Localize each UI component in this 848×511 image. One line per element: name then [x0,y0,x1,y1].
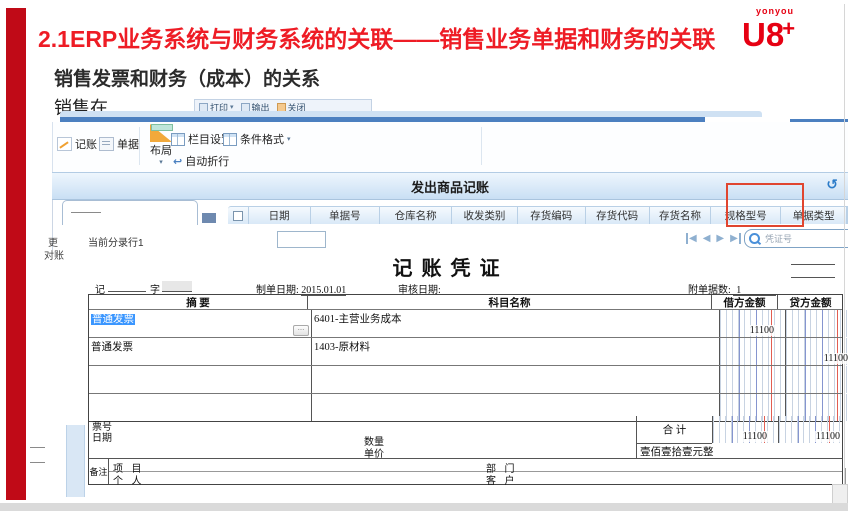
col-header-doc-no[interactable]: 单据号 [311,206,381,224]
footer-left-cell: 票号 日期 数量 单价 [89,416,636,458]
conditional-format-caret-icon: ▾ [287,135,291,143]
voucher-info-row: 记 字 制单日期: 2015.01.01 审核日期: 附单据数: 1 [88,281,843,294]
nav-first-icon[interactable]: ◀ [686,233,697,244]
slide-edge-line [844,4,845,505]
document-button[interactable]: 单据 [99,136,139,152]
col-header-warehouse[interactable]: 仓库名称 [380,206,452,224]
account-cell[interactable] [311,366,719,393]
select-all-checkbox[interactable] [228,206,249,224]
accounting-voucher: 记账凭证 记 字 制单日期: 2015.01.01 审核日期: 附单据数: 1 … [88,250,843,483]
auto-wrap-button[interactable]: ↩ 自动折行 [173,153,229,169]
voucher-search-box[interactable] [744,229,848,248]
window-remnant-strip [66,425,85,497]
voucher-row[interactable]: 普通发票 1403-原材料 11100 [89,337,842,365]
header-summary: 摘 要 [89,295,307,309]
voucher-word-blank2 [162,281,192,292]
amount-in-words: 壹佰壹拾壹元整 [636,444,846,458]
header-account: 科目名称 [307,295,711,309]
slide-title: 2.1ERP业务系统与财务系统的关联——销售业务单据和财务的关联 [38,20,748,54]
voucher-blank-line [791,277,835,278]
person-label: 个 人 [113,472,145,487]
debit-cell[interactable]: 11100 [719,310,785,337]
column-settings-icon [171,133,185,146]
scrollbar-line [845,468,846,484]
col-header-inv-code[interactable]: 存货编码 [518,206,586,224]
voucher-title: 记账凭证 [88,252,813,281]
bookkeep-edit-icon [57,137,72,151]
account-cell[interactable]: 1403-原材料 [311,338,719,365]
date-label: 日期 [92,429,112,444]
bookkeep-button[interactable]: 记账 [57,136,97,152]
left-accent-bar [6,8,26,500]
summary-cell[interactable]: 普通发票… [89,310,311,337]
nav-next-icon[interactable]: ▶ [716,233,724,244]
voucher-blank-line [791,264,835,265]
ribbon-separator [481,127,482,165]
col-header-inv-id[interactable]: 存货代码 [586,206,650,224]
layout-ruler-icon [150,124,172,142]
conditional-format-button[interactable]: 条件格式 ▾ [223,131,291,147]
total-debit-cell: 11100 [712,416,778,443]
voucher-word-blank [108,281,146,292]
remnant-dash [30,462,45,463]
slide: 2.1ERP业务系统与财务系统的关联——销售业务单据和财务的关联 yonyou … [0,0,848,511]
search-input[interactable] [763,233,837,245]
voucher-nav: ◀ ◀ ▶ ▶ [686,233,741,244]
total-credit-cell: 11100 [778,416,843,443]
grid-tab[interactable] [62,200,198,225]
credit-cell[interactable] [785,366,848,393]
more-button[interactable]: … [293,325,309,336]
checkbox-icon [233,211,243,221]
credit-cell[interactable] [785,310,848,337]
col-header-date[interactable]: 日期 [249,206,311,224]
logo-brand-text: yonyou [756,6,834,16]
entry-row-input[interactable] [277,231,326,248]
current-entry-row-label: 当前分录行1 [88,234,144,249]
account-cell[interactable]: 6401-主营业务成本 [311,310,719,337]
voucher-note-row: 备注 项 目 个 人 部 门 客 户 [88,458,843,485]
header-debit: 借方金额 [711,295,777,309]
col-header-inv-name[interactable]: 存货名称 [650,206,712,224]
red-callout-box [726,183,804,227]
total-label-cell: 合 计 [636,416,712,444]
voucher-row[interactable] [89,365,842,393]
note-divider [109,471,842,472]
grid-title: 发出商品记账 [411,177,489,196]
voucher-table: 摘 要 科目名称 借方金额 贷方金额 普通发票… 6401-主营业务成本 111… [88,294,843,422]
nav-prev-icon[interactable]: ◀ [703,233,711,244]
slide-subtitle: 销售发票和财务（成本）的关系 [54,64,320,91]
note-label: 备注 [89,459,109,484]
debit-cell[interactable] [719,366,785,393]
bottom-band [0,503,848,511]
logo-plus: + [782,16,795,41]
voucher-header-row: 摘 要 科目名称 借方金额 贷方金额 [89,295,842,309]
conditional-format-icon [223,133,237,146]
yonyou-u8-logo: yonyou U8+ [742,6,834,51]
ribbon-separator [139,127,140,165]
logo-product-text: U8 [742,16,784,53]
header-credit: 贷方金额 [777,295,843,309]
customer-label: 客 户 [486,472,518,487]
auto-wrap-icon: ↩ [173,155,182,168]
col-header-io-type[interactable]: 收发类别 [452,206,518,224]
remnant-dash [30,447,45,448]
ribbon-toolbar: 记账 单据 布局 ▾ 栏目设置 ↩ 自动折行 条件格式 ▾ [52,122,848,173]
refresh-icon[interactable]: ↺ [826,176,838,193]
summary-cell[interactable]: 普通发票 [89,338,311,365]
tab-dash [71,212,101,213]
clipped-text-bottom: 对账 [44,247,64,262]
debit-cell[interactable] [719,338,785,365]
document-icon [99,137,114,151]
print-caret-icon: ▾ [230,103,234,111]
window-fragment [202,213,216,223]
search-icon [749,233,760,244]
nav-last-icon[interactable]: ▶ [730,233,741,244]
credit-cell[interactable]: 11100 [785,338,848,365]
summary-cell[interactable] [89,366,311,393]
voucher-footer: 票号 日期 数量 单价 合 计 11100 11100 壹佰壹拾壹元整 [88,416,843,459]
voucher-row[interactable]: 普通发票… 6401-主营业务成本 11100 [89,309,842,337]
